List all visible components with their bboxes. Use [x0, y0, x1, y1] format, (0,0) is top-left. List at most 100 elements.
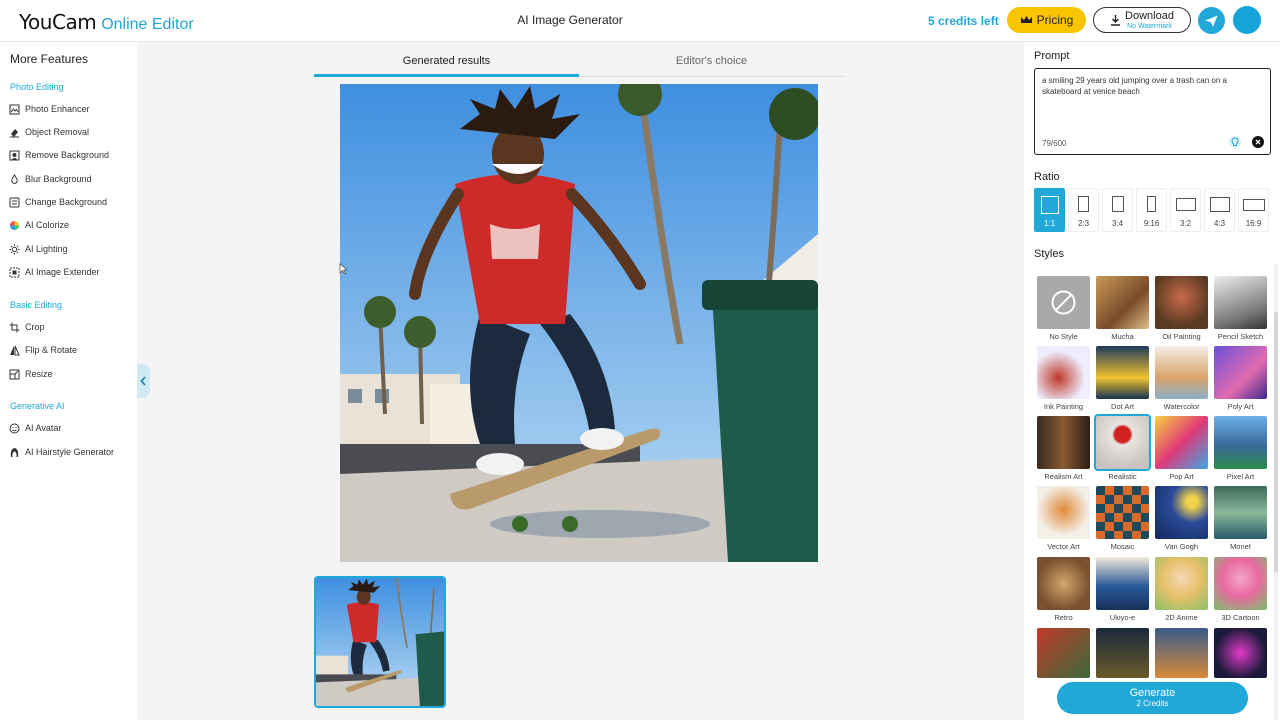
style-mosaic[interactable]: Mosaic [1096, 486, 1149, 551]
clear-prompt-button[interactable] [1252, 136, 1264, 148]
style-partial-1[interactable] [1037, 628, 1090, 678]
download-button[interactable]: Download No Watermark [1093, 7, 1191, 33]
style-name: Mosaic [1110, 542, 1135, 551]
ratio-3-2[interactable]: 3:2 [1170, 188, 1201, 232]
lightbulb-icon[interactable] [1228, 135, 1242, 149]
style-name: Pencil Sketch [1217, 332, 1264, 341]
style-realism-art[interactable]: Realism Art [1037, 416, 1090, 481]
chevron-left-icon [140, 376, 146, 386]
section-photo-editing: Photo Editing [10, 82, 64, 92]
styles-label: Styles [1034, 248, 1064, 260]
ratio-4-3[interactable]: 4:3 [1204, 188, 1235, 232]
sidebar-item-photo-enhancer[interactable]: Photo Enhancer [9, 102, 90, 116]
style-pop-art[interactable]: Pop Art [1155, 416, 1208, 481]
style-vector-art[interactable]: Vector Art [1037, 486, 1090, 551]
style-monet[interactable]: Monet [1214, 486, 1267, 551]
style-pencil-sketch[interactable]: Pencil Sketch [1214, 276, 1267, 341]
pricing-button[interactable]: Pricing [1007, 7, 1086, 33]
styles-scrollbar-thumb[interactable] [1274, 312, 1278, 572]
ratio-16-9[interactable]: 16:9 [1238, 188, 1269, 232]
style-thumb [1155, 557, 1208, 610]
main-canvas: Generated results Editor's choice [137, 42, 1024, 720]
style-dot-art[interactable]: Dot Art [1096, 346, 1149, 411]
image-enhance-icon [9, 104, 20, 115]
style-name: Ink Painting [1043, 402, 1084, 411]
ratio-1-1[interactable]: 1:1 [1034, 188, 1065, 232]
style-thumb [1214, 346, 1267, 399]
ratio-9-16[interactable]: 9:16 [1136, 188, 1167, 232]
style-pixel-art[interactable]: Pixel Art [1214, 416, 1267, 481]
ratio-label: Ratio [1034, 171, 1060, 183]
style-ukiyo-e[interactable]: Ukiyo-e [1096, 557, 1149, 622]
sidebar-item-remove-background[interactable]: Remove Background [9, 148, 109, 162]
credits-left[interactable]: 5 credits left [928, 14, 999, 28]
style-3d-cartoon[interactable]: 3D Cartoon [1214, 557, 1267, 622]
ratio-label-text: 4:3 [1213, 219, 1226, 228]
sidebar-item-ai-hairstyle[interactable]: AI Hairstyle Generator [9, 445, 114, 459]
style-thumb [1096, 557, 1149, 610]
style-name: Dot Art [1111, 402, 1134, 411]
sidebar-item-ai-avatar[interactable]: AI Avatar [9, 421, 61, 435]
style-thumb [1096, 486, 1149, 539]
sidebar-item-object-removal[interactable]: Object Removal [9, 125, 89, 139]
style-partial-2[interactable] [1096, 628, 1149, 678]
style-oil-painting[interactable]: Oil Painting [1155, 276, 1208, 341]
style-realistic[interactable]: Realistic [1094, 414, 1151, 481]
style-mucha[interactable]: Mucha [1096, 276, 1149, 341]
style-thumb [1214, 486, 1267, 539]
sidebar-item-ai-colorize[interactable]: AI Colorize [9, 218, 69, 232]
sidebar-item-label: Object Removal [25, 127, 90, 137]
generate-label: Generate [1129, 687, 1176, 699]
ratio-2-3[interactable]: 2:3 [1068, 188, 1099, 232]
mouse-cursor-icon [339, 263, 348, 275]
style-no-style[interactable]: No Style [1037, 276, 1090, 341]
style-thumb [1037, 557, 1090, 610]
sidebar-item-ai-image-extender[interactable]: AI Image Extender [9, 265, 100, 279]
ratio-label-text: 9:16 [1143, 219, 1160, 228]
tab-editors-choice[interactable]: Editor's choice [579, 52, 844, 77]
style-poly-art[interactable]: Poly Art [1214, 346, 1267, 411]
style-name: Retro [1054, 613, 1073, 622]
ratio-shape [1175, 198, 1196, 211]
sidebar-item-ai-lighting[interactable]: AI Lighting [9, 242, 68, 256]
ratio-3-4[interactable]: 3:4 [1102, 188, 1133, 232]
download-sub: No Watermark [1127, 22, 1172, 30]
style-van-gogh[interactable]: Van Gogh [1155, 486, 1208, 551]
style-name: Pixel Art [1226, 472, 1255, 481]
style-name: 2D Anime [1165, 613, 1198, 622]
style-ink-painting[interactable]: Ink Painting [1037, 346, 1090, 411]
style-partial-4[interactable] [1214, 628, 1267, 678]
collapse-sidebar-button[interactable] [137, 364, 150, 398]
generated-image[interactable] [340, 84, 818, 562]
prompt-textarea[interactable]: a smiling 29 years old jumping over a tr… [1034, 68, 1271, 155]
sidebar-item-label: AI Colorize [25, 220, 70, 230]
style-thumb [1214, 557, 1267, 610]
right-panel: Prompt a smiling 29 years old jumping ov… [1024, 42, 1280, 720]
result-thumbnail[interactable] [314, 576, 446, 708]
style-thumb [1155, 486, 1208, 539]
sidebar-item-flip-rotate[interactable]: Flip & Rotate [9, 343, 77, 357]
ratio-shape [1111, 196, 1124, 212]
expand-icon [9, 267, 20, 278]
sidebar-item-label: Resize [25, 369, 53, 379]
send-button[interactable] [1198, 7, 1225, 34]
sidebar-item-resize[interactable]: Resize [9, 367, 53, 381]
style-2d-anime[interactable]: 2D Anime [1155, 557, 1208, 622]
ratio-shape [1078, 196, 1089, 212]
style-thumb [1096, 276, 1149, 329]
style-retro[interactable]: Retro [1037, 557, 1090, 622]
style-thumb [1037, 416, 1090, 469]
sidebar-item-label: Flip & Rotate [25, 345, 78, 355]
generate-button[interactable]: Generate 2 Credits [1057, 682, 1248, 714]
tab-generated-results[interactable]: Generated results [314, 52, 579, 77]
sidebar-title: More Features [10, 52, 89, 66]
download-label: Download [1125, 9, 1174, 22]
sidebar-item-blur-background[interactable]: Blur Background [9, 172, 92, 186]
style-thumb [1037, 346, 1090, 399]
user-avatar[interactable] [1233, 6, 1261, 34]
sidebar-item-crop[interactable]: Crop [9, 320, 45, 334]
style-watercolor[interactable]: Watercolor [1155, 346, 1208, 411]
sidebar-item-change-background[interactable]: Change Background [9, 195, 107, 209]
paper-plane-icon [1205, 14, 1218, 27]
style-partial-3[interactable] [1155, 628, 1208, 678]
